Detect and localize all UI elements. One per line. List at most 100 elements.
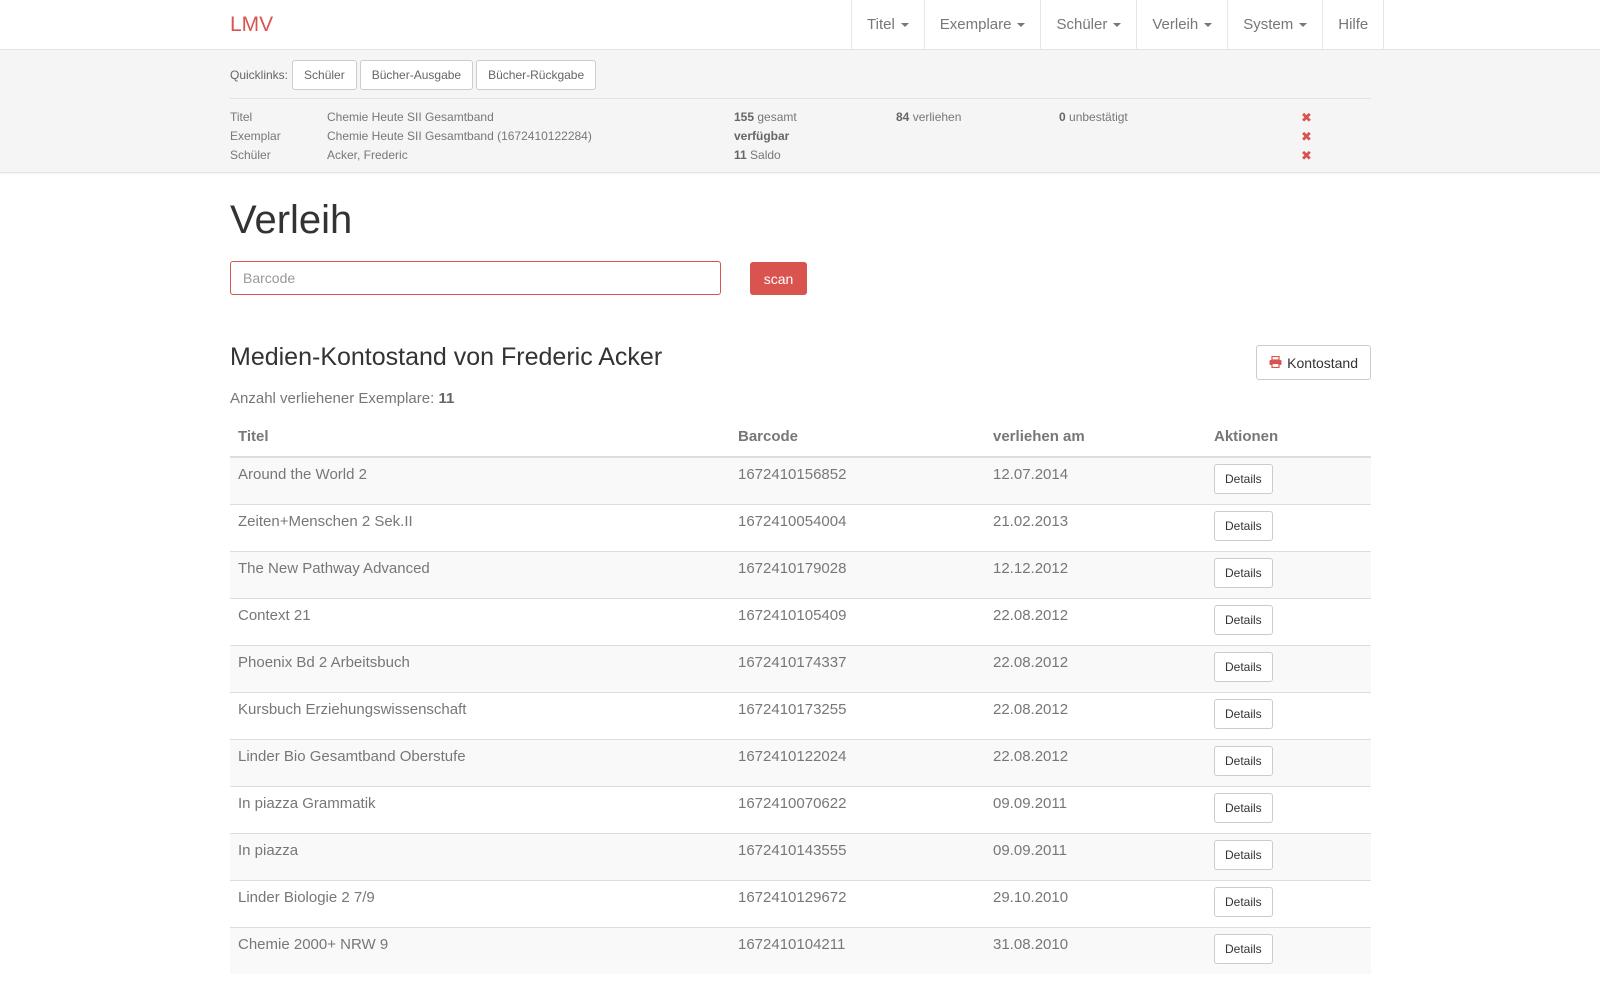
table-row: The New Pathway Advanced 1672410179028 12.… [230, 550, 1371, 598]
info-row-schueler: Schüler Acker, Frederic 11 Saldo ✖ [230, 148, 1371, 167]
cell-barcode: 1672410143555 [730, 832, 985, 880]
brand-logo[interactable]: LMV [230, 13, 273, 37]
title-lent-count: 84 verliehen [896, 110, 962, 124]
info-label: Schüler [230, 148, 271, 162]
page-title: Verleih [230, 198, 353, 242]
lent-count-label: Anzahl verliehener Exemplare: [230, 390, 435, 407]
table-row: In piazza Grammatik 1672410070622 09.09.20… [230, 785, 1371, 833]
quicklink-rueckgabe-button[interactable]: Bücher-Rückgabe [476, 60, 597, 90]
details-button[interactable]: Details [1214, 933, 1273, 964]
cell-titel: Kursbuch Erziehungswissenschaft [230, 691, 730, 739]
table-row: Phoenix Bd 2 Arbeitsbuch 1672410174337 22.… [230, 644, 1371, 692]
cell-date: 09.09.2011 [985, 785, 1206, 833]
column-header: verliehen am [985, 417, 1206, 458]
details-button[interactable]: Details [1214, 510, 1273, 541]
cell-actions: Details [1206, 597, 1371, 645]
cell-date: 22.08.2012 [985, 738, 1206, 786]
nav-system[interactable]: System [1228, 0, 1324, 49]
details-button[interactable]: Details [1214, 557, 1273, 588]
quicklink-schueler-button[interactable]: Schüler [292, 60, 357, 90]
cell-titel: In piazza [230, 832, 730, 880]
details-button[interactable]: Details [1214, 745, 1273, 776]
info-label: Titel [230, 110, 253, 124]
context-panel: Quicklinks: Schüler Bücher-Ausgabe Büche… [0, 50, 1600, 173]
cell-titel: In piazza Grammatik [230, 785, 730, 833]
cell-titel: Context 21 [230, 597, 730, 645]
schueler-saldo: 11 Saldo [734, 148, 781, 162]
details-button[interactable]: Details [1214, 698, 1273, 729]
title-total-count: 155 gesamt [734, 110, 797, 124]
info-label: Exemplar [230, 129, 281, 143]
table-row: Around the World 2 1672410156852 12.07.201… [230, 456, 1371, 504]
info-value: Chemie Heute SII Gesamtband (16724101222… [327, 129, 592, 143]
print-kontostand-button[interactable]: Kontostand [1256, 345, 1371, 380]
cell-actions: Details [1206, 503, 1371, 551]
table-row: Linder Bio Gesamtband Oberstufe 167241012… [230, 738, 1371, 786]
table-row: In piazza 1672410143555 09.09.2011 Details [230, 832, 1371, 880]
remove-titel-icon[interactable]: ✖ [1301, 110, 1312, 126]
cell-barcode: 1672410054004 [730, 503, 985, 551]
info-value: Chemie Heute SII Gesamtband [327, 110, 494, 124]
nav-titel-label: Titel [867, 16, 895, 33]
exemplar-status: verfügbar [734, 129, 790, 143]
nav-titel[interactable]: Titel [852, 0, 925, 49]
nav-hilfe-label: Hilfe [1338, 16, 1369, 33]
cell-barcode: 1672410122024 [730, 738, 985, 786]
cell-titel: Linder Bio Gesamtband Oberstufe [230, 738, 730, 786]
table-row: Zeiten+Menschen 2 Sek.II 1672410054004 21.… [230, 503, 1371, 551]
cell-titel: Chemie 2000+ NRW 9 [230, 926, 730, 974]
details-button[interactable]: Details [1214, 604, 1273, 635]
cell-barcode: 1672410174337 [730, 644, 985, 692]
cell-barcode: 1672410156852 [730, 456, 985, 504]
nav-verleih[interactable]: Verleih [1137, 0, 1229, 49]
divider [230, 98, 1371, 99]
nav-system-label: System [1243, 16, 1294, 33]
table-row: Chemie 2000+ NRW 9 1672410104211 31.08.201… [230, 926, 1371, 974]
table-row: Kursbuch Erziehungswissenschaft 167241017… [230, 691, 1371, 739]
cell-actions: Details [1206, 832, 1371, 880]
nav-hilfe[interactable]: Hilfe [1323, 0, 1383, 49]
nav-verleih-label: Verleih [1152, 16, 1199, 33]
cell-barcode: 1672410070622 [730, 785, 985, 833]
caret-down-icon [1113, 22, 1122, 27]
nav-exemplare[interactable]: Exemplare [925, 0, 1042, 49]
loans-table-body: Around the World 2 1672410156852 12.07.201… [230, 456, 1371, 974]
details-button[interactable]: Details [1214, 886, 1273, 917]
column-header: Titel [230, 417, 730, 458]
lent-count-line: Anzahl verliehener Exemplare: 11 [230, 390, 454, 407]
scan-button[interactable]: scan [750, 262, 807, 295]
cell-actions: Details [1206, 550, 1371, 598]
cell-barcode: 1672410173255 [730, 691, 985, 739]
table-header-row: Titel Barcode verliehen am Aktionen [230, 417, 1371, 458]
kontostand-label: Kontostand [1287, 354, 1358, 371]
cell-actions: Details [1206, 785, 1371, 833]
details-button[interactable]: Details [1214, 792, 1273, 823]
quicklinks-label: Quicklinks: [230, 68, 289, 82]
remove-schueler-icon[interactable]: ✖ [1301, 148, 1312, 164]
barcode-input[interactable] [230, 261, 721, 295]
nav-schueler[interactable]: Schüler [1041, 0, 1138, 49]
quicklink-ausgabe-button[interactable]: Bücher-Ausgabe [359, 60, 474, 90]
caret-down-icon [1017, 22, 1026, 27]
caret-down-icon [1299, 22, 1308, 27]
info-value: Acker, Frederic [327, 148, 408, 162]
remove-exemplar-icon[interactable]: ✖ [1301, 129, 1312, 145]
nav-exemplare-label: Exemplare [939, 16, 1012, 33]
cell-date: 09.09.2011 [985, 832, 1206, 880]
cell-actions: Details [1206, 691, 1371, 739]
quicklinks: Quicklinks: Schüler Bücher-Ausgabe Büche… [230, 60, 599, 90]
main-nav: Titel Exemplare Schüler Verleih System H… [851, 0, 1385, 49]
cell-actions: Details [1206, 644, 1371, 692]
cell-actions: Details [1206, 456, 1371, 504]
details-button[interactable]: Details [1214, 839, 1273, 870]
cell-actions: Details [1206, 738, 1371, 786]
cell-date: 21.02.2013 [985, 503, 1206, 551]
info-row-titel: Titel Chemie Heute SII Gesamtband 155 ge… [230, 110, 1371, 129]
details-button[interactable]: Details [1214, 651, 1273, 682]
info-row-exemplar: Exemplar Chemie Heute SII Gesamtband (16… [230, 129, 1371, 148]
cell-date: 22.08.2012 [985, 597, 1206, 645]
caret-down-icon [1204, 22, 1213, 27]
cell-date: 22.08.2012 [985, 644, 1206, 692]
navbar: LMV Titel Exemplare Schüler Verleih Syst… [0, 0, 1600, 50]
details-button[interactable]: Details [1214, 464, 1273, 494]
